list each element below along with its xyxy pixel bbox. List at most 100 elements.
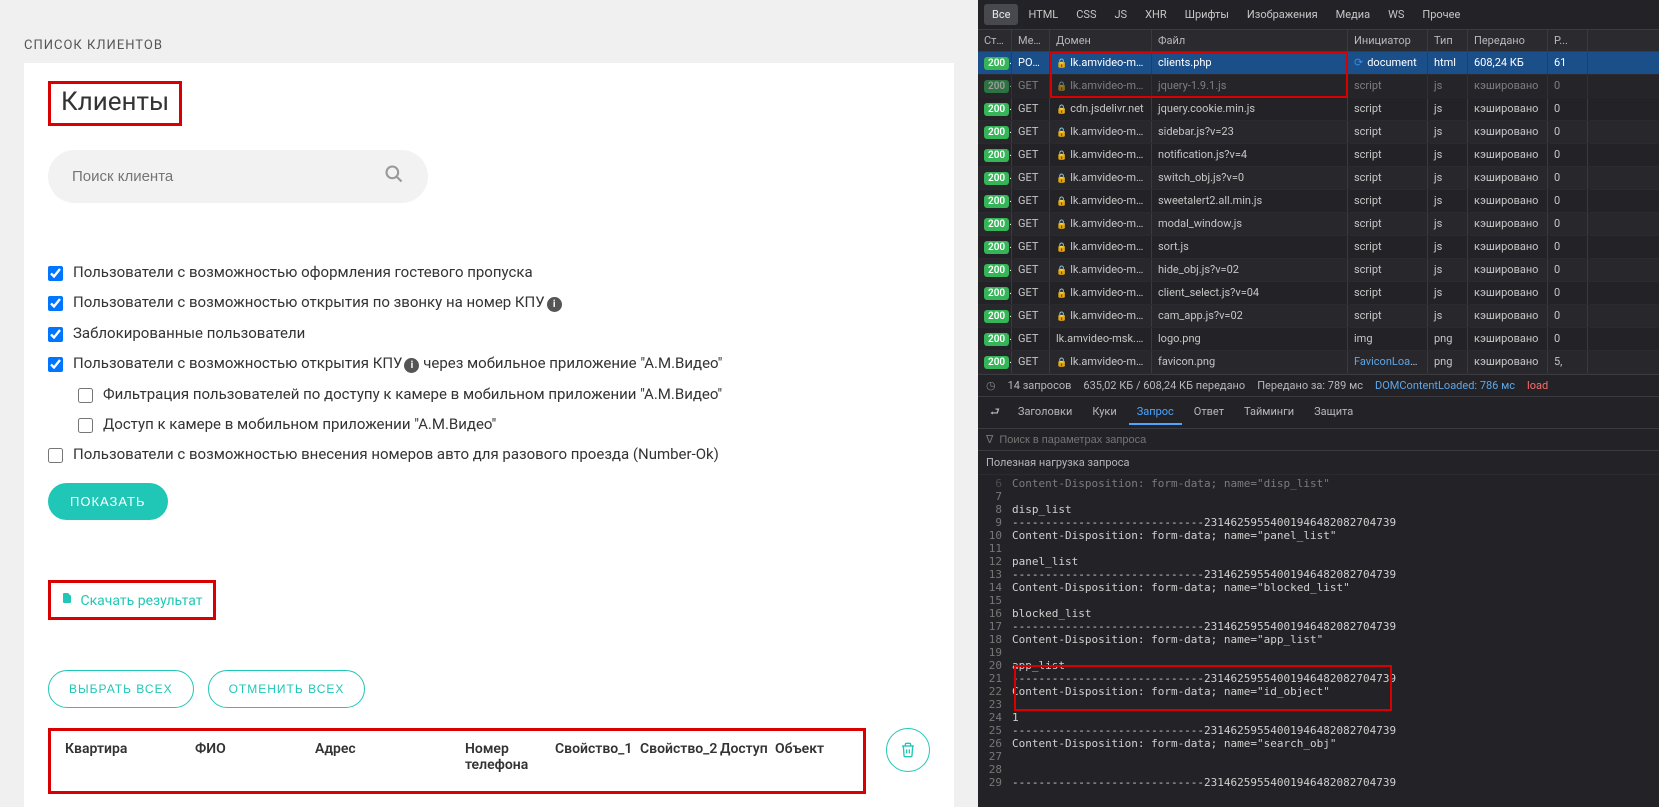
filter-row[interactable]: Пользователи с возможностью внесения ном… (48, 445, 930, 463)
network-request-row[interactable]: 200GET🔒lk.amvideo-ms...sidebar.js?v=23sc… (978, 121, 1659, 144)
filter-row[interactable]: Пользователи с возможностью открытия по … (48, 293, 930, 312)
detail-tab[interactable]: Куки (1084, 400, 1124, 425)
cell-size: 0 (1548, 259, 1588, 281)
network-request-row[interactable]: 200GET🔒lk.amvideo-ms...hide_obj.js?v=02s… (978, 259, 1659, 282)
network-footer: ◷ 14 запросов 635,02 КБ / 608,24 КБ пере… (978, 374, 1659, 397)
network-request-row[interactable]: 200GET🔒lk.amvideo-ms...switch_obj.js?v=0… (978, 167, 1659, 190)
filter-label: Доступ к камере в мобильном приложении "… (103, 415, 496, 433)
main-card: Клиенты Пользователи с возможностью офор… (24, 63, 954, 807)
search-input[interactable] (72, 168, 384, 185)
cell-domain: 🔒lk.amvideo-ms... (1050, 121, 1152, 143)
network-request-row[interactable]: 200GET🔒lk.amvideo-ms...sweetalert2.all.m… (978, 190, 1659, 213)
filter-row[interactable]: Доступ к камере в мобильном приложении "… (78, 415, 930, 433)
network-request-row[interactable]: 200GETlk.amvideo-msk.rulogo.pngimgpngкэш… (978, 328, 1659, 351)
network-request-row[interactable]: 200GET🔒lk.amvideo-ms...favicon.pngFavico… (978, 351, 1659, 374)
detail-tab[interactable]: Ответ (1186, 400, 1232, 425)
detail-tab[interactable]: Заголовки (1010, 400, 1080, 425)
code-line: 10Content-Disposition: form-data; name="… (978, 529, 1659, 542)
download-link[interactable]: Скачать результат (61, 593, 203, 609)
info-icon[interactable]: i (404, 358, 419, 373)
cell-type: js (1428, 213, 1468, 235)
filter-checkbox[interactable] (78, 388, 93, 403)
filter-pill[interactable]: Медиа (1328, 4, 1378, 25)
col-domain[interactable]: Домен (1050, 30, 1152, 51)
detail-tabs-inner: ЗаголовкиКукиЗапросОтветТаймингиЗащита (1010, 400, 1361, 425)
network-request-row[interactable]: 200GET🔒lk.amvideo-ms...cam_app.js?v=02sc… (978, 305, 1659, 328)
filter-pill[interactable]: WS (1380, 4, 1412, 25)
filter-pill[interactable]: Прочее (1414, 4, 1468, 25)
download-label: Скачать результат (80, 593, 202, 609)
filter-checkbox[interactable] (48, 357, 63, 372)
footer-dom: DOMContentLoaded: 786 мс (1375, 379, 1515, 392)
th-object[interactable]: Объект (769, 737, 824, 777)
th-property1[interactable]: Свойство_1 (549, 737, 634, 777)
detail-tab[interactable]: Тайминги (1236, 400, 1302, 425)
deselect-all-button[interactable]: ОТМЕНИТЬ ВСЕХ (208, 670, 366, 708)
cell-type: js (1428, 282, 1468, 304)
filter-checkbox[interactable] (48, 296, 63, 311)
col-status[interactable]: Стат... (978, 30, 1012, 51)
status-badge: 200 (984, 264, 1009, 277)
col-transferred[interactable]: Передано (1468, 30, 1548, 51)
filter-checkbox[interactable] (78, 418, 93, 433)
th-property2[interactable]: Свойство_2 (634, 737, 714, 777)
filter-checkbox[interactable] (48, 327, 63, 342)
lock-icon: 🔒 (1056, 128, 1067, 138)
detail-tab[interactable]: Запрос (1129, 400, 1182, 425)
filter-checkbox[interactable] (48, 448, 63, 463)
footer-time: Передано за: 789 мс (1257, 379, 1363, 392)
payload-title: Полезная нагрузка запроса (978, 451, 1659, 475)
col-method[interactable]: Мет... (1012, 30, 1050, 51)
filter-pill[interactable]: Все (984, 4, 1018, 25)
col-size[interactable]: Р... (1548, 30, 1588, 51)
request-payload-code[interactable]: 6Content-Disposition: form-data; name="d… (978, 475, 1659, 807)
network-request-row[interactable]: 200GET🔒lk.amvideo-ms...modal_window.jssc… (978, 213, 1659, 236)
network-request-row[interactable]: 200GET🔒lk.amvideo-ms...jquery-1.9.1.jssc… (978, 75, 1659, 98)
cell-transferred: кэшировано (1468, 236, 1548, 258)
app-left-panel: СПИСОК КЛИЕНТОВ Клиенты Пользователи с в… (0, 0, 978, 807)
filter-pill[interactable]: XHR (1137, 4, 1175, 25)
filter-row[interactable]: Заблокированные пользователи (48, 324, 930, 342)
info-icon[interactable]: i (547, 297, 562, 312)
filter-pill[interactable]: Изображения (1239, 4, 1326, 25)
filter-label: Заблокированные пользователи (73, 324, 305, 342)
th-access[interactable]: Доступ (714, 737, 769, 777)
select-all-button[interactable]: ВЫБРАТЬ ВСЕХ (48, 670, 194, 708)
filters-block: Пользователи с возможностью оформления г… (48, 263, 930, 463)
col-initiator[interactable]: Инициатор (1348, 30, 1428, 51)
col-file[interactable]: Файл (1152, 30, 1348, 51)
network-request-row[interactable]: 200GET🔒lk.amvideo-ms...notification.js?v… (978, 144, 1659, 167)
cell-domain: lk.amvideo-msk.ru (1050, 328, 1152, 350)
col-type[interactable]: Тип (1428, 30, 1468, 51)
filter-checkbox[interactable] (48, 266, 63, 281)
th-apartment[interactable]: Квартира (59, 737, 189, 777)
filter-row[interactable]: Пользователи с возможностью открытия КПУ… (48, 354, 930, 373)
back-arrow-icon[interactable]: ⮐ (984, 403, 1006, 422)
th-address[interactable]: Адрес (309, 737, 459, 777)
search-icon[interactable] (384, 164, 404, 189)
filter-label-cont: через мобильное приложение "А.М.Видео" (419, 354, 722, 372)
cell-domain: 🔒lk.amvideo-ms... (1050, 167, 1152, 189)
network-request-row[interactable]: 200POST🔒lk.amvideo-ms...clients.php⟳docu… (978, 52, 1659, 75)
status-badge: 200 (984, 126, 1009, 139)
th-fullname[interactable]: ФИО (189, 737, 309, 777)
filter-pill[interactable]: HTML (1020, 4, 1066, 25)
cell-file: clients.php (1152, 52, 1348, 74)
filter-icon[interactable]: ∇ (986, 433, 993, 446)
filter-pill[interactable]: Шрифты (1177, 4, 1237, 25)
status-badge: 200 (984, 356, 1009, 369)
delete-button[interactable] (886, 728, 930, 772)
network-request-row[interactable]: 200GET🔒lk.amvideo-ms...client_select.js?… (978, 282, 1659, 305)
detail-search-input[interactable] (999, 434, 1651, 446)
detail-tab[interactable]: Защита (1306, 400, 1361, 425)
code-line: 18Content-Disposition: form-data; name="… (978, 633, 1659, 646)
network-request-row[interactable]: 200GET🔒lk.amvideo-ms...sort.jsscriptjsкэ… (978, 236, 1659, 259)
filter-pill[interactable]: CSS (1068, 4, 1104, 25)
cell-type: js (1428, 190, 1468, 212)
network-request-row[interactable]: 200GET🔒cdn.jsdelivr.netjquery.cookie.min… (978, 98, 1659, 121)
filter-row[interactable]: Пользователи с возможностью оформления г… (48, 263, 930, 281)
show-button[interactable]: ПОКАЗАТЬ (48, 483, 168, 520)
filter-pill[interactable]: JS (1106, 4, 1135, 25)
th-phone[interactable]: Номер телефона (459, 737, 549, 777)
filter-row[interactable]: Фильтрация пользователей по доступу к ка… (78, 385, 930, 403)
